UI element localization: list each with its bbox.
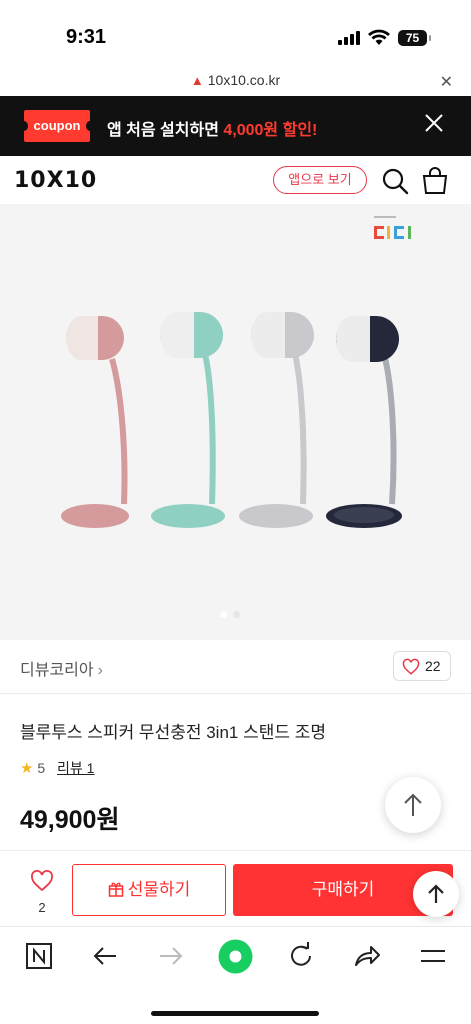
shopping-bag-icon[interactable] [420,166,450,196]
warning-icon: ▲ [190,73,204,88]
wifi-icon [368,29,390,45]
back-arrow-icon[interactable] [90,941,120,971]
star-icon: ★ [20,760,34,777]
search-icon[interactable] [380,166,410,196]
share-icon[interactable] [352,941,382,971]
site-header: 10X10 앱으로 보기 [0,156,471,204]
product-image[interactable] [0,204,471,640]
product-title: 블루투스 스피커 무선충전 3in1 스탠드 조명 [20,723,326,742]
green-dot-icon[interactable] [218,939,253,974]
arrow-up-icon [428,884,444,903]
wishlist-button[interactable]: 2 [25,869,59,915]
lamp-navy [326,316,402,528]
purchase-bar: 2 선물하기 구매하기 [0,850,471,926]
home-indicator [151,1011,319,1016]
signal-icon [338,31,360,45]
menu-icon[interactable] [418,941,448,971]
rating-value: 5 [37,760,46,776]
scroll-top-button-small[interactable] [413,871,459,917]
reload-icon[interactable] [286,941,316,971]
lamp-mint [151,312,225,528]
lamp-pink [61,316,129,528]
gift-button[interactable]: 선물하기 [72,864,226,916]
coupon-message: 앱 처음 설치하면 4,000원 할인! [107,122,318,139]
heart-icon [402,658,420,675]
brand-row: 디뷰코리아 › 22 [0,640,471,694]
review-link[interactable]: 리뷰 1 [57,760,94,776]
heart-icon [31,870,53,892]
coupon-tag: coupon [20,110,94,142]
battery-icon: 75 [398,30,431,46]
url-text[interactable]: 10x10.co.kr [208,72,280,88]
like-button[interactable]: 22 [393,651,451,681]
lamp-gray [239,312,314,528]
product-price: 49,900원 [20,806,120,834]
brand-link[interactable]: 디뷰코리아 › [20,656,103,680]
arrow-up-icon [404,793,422,816]
site-logo[interactable]: 10X10 [14,168,97,193]
naver-icon[interactable] [24,941,54,971]
chevron-right-icon: › [97,662,103,679]
forward-arrow-icon[interactable] [156,941,186,971]
close-icon[interactable] [423,112,445,134]
browser-toolbar [0,926,471,1024]
rating: ★ 5 리뷰 1 [20,758,94,778]
coupon-banner[interactable]: coupon 앱 처음 설치하면 4,000원 할인! [0,96,471,156]
status-time: 9:31 [66,26,107,48]
scroll-top-button[interactable] [385,777,441,833]
close-icon[interactable]: ✕ [440,72,453,92]
like-count: 22 [425,658,441,674]
open-in-app-button[interactable]: 앱으로 보기 [273,166,367,194]
address-bar[interactable]: ▲ 10x10.co.kr ✕ [0,66,471,96]
status-bar: 9:31 75 [0,0,471,66]
image-pagination [220,605,246,623]
gift-icon [108,882,123,897]
wish-count: 2 [38,900,46,915]
